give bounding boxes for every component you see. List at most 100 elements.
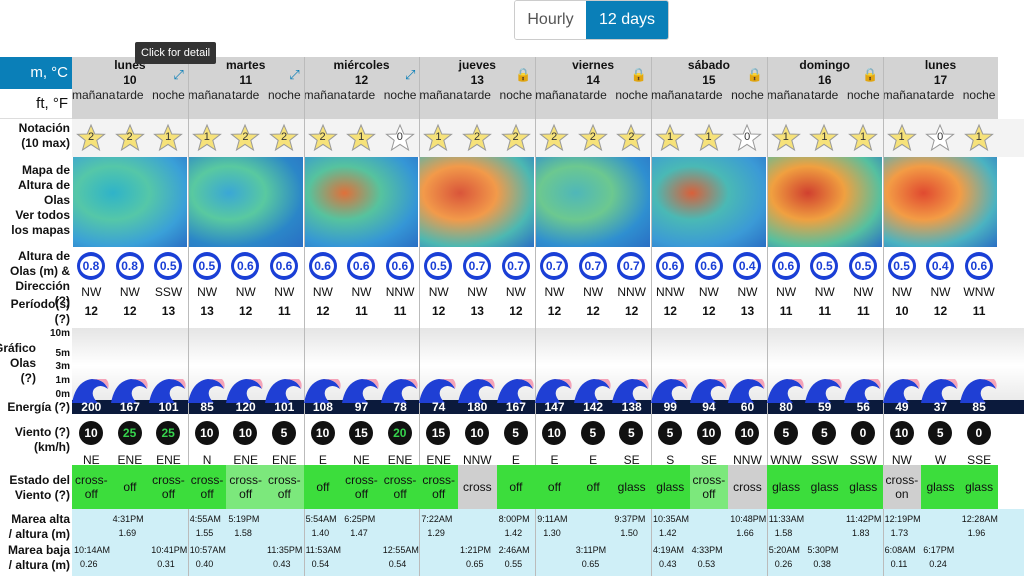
- rating-star-icon: 2: [500, 123, 531, 153]
- period-label: noche: [383, 88, 417, 102]
- period-label: mañana: [651, 88, 695, 102]
- high-tide-time: 6:25PM: [344, 514, 376, 524]
- rating-value: 2: [87, 131, 95, 143]
- wind-arrow-icon: 20: [387, 421, 412, 445]
- wave-graphic-icon: [882, 375, 921, 403]
- wave-graphic-icon: [844, 375, 882, 403]
- imperial-unit-button[interactable]: ft, °F: [0, 89, 72, 119]
- high-tide-time: 5:19PM: [228, 514, 260, 524]
- wave-height-map[interactable]: [188, 157, 303, 247]
- wind-arrow-icon: 15: [349, 421, 374, 445]
- wave-height-map[interactable]: [652, 157, 766, 247]
- wind-arrow-icon: 5: [619, 421, 644, 445]
- wave-direction: NW: [235, 285, 256, 299]
- period-label: noche: [499, 88, 533, 102]
- wave-graphic-icon: [496, 375, 535, 403]
- high-tide-time: 9:11AM: [537, 514, 568, 524]
- wave-height-map[interactable]: [883, 157, 998, 247]
- low-tide-height: 0.55: [504, 559, 523, 569]
- wave-period: 11: [277, 304, 291, 318]
- wave-height-map[interactable]: [420, 157, 535, 247]
- high-tide-height: 1.40: [311, 528, 330, 538]
- day-number: 12: [354, 73, 369, 87]
- wave-height-badge: 0.4: [926, 252, 955, 280]
- energy-value: 59: [818, 400, 832, 414]
- energy-value: 99: [663, 400, 677, 414]
- period-label: tarde: [116, 88, 144, 102]
- day-number: 17: [933, 73, 948, 87]
- expand-icon[interactable]: ⤢: [405, 67, 415, 83]
- metric-unit-button[interactable]: m, °C: [0, 57, 72, 89]
- high-tide-height: 1.73: [890, 528, 909, 538]
- wind-state: off: [496, 465, 536, 509]
- rating-value: 1: [666, 131, 674, 143]
- wave-direction: WNW: [963, 285, 995, 299]
- wind-arrow-icon: 10: [465, 421, 489, 445]
- wave-height-badge: 0.7: [501, 252, 530, 280]
- wind-speed-value: 10: [542, 421, 567, 445]
- wave-period: 12: [547, 304, 562, 318]
- wind-speed-value: 10: [233, 421, 258, 445]
- wind-speed-value: 0: [851, 421, 875, 445]
- wind-speed-value: 10: [889, 421, 914, 445]
- lock-icon[interactable]: 🔒: [515, 67, 531, 83]
- rating-star-icon: 1: [848, 123, 878, 153]
- wind-speed-value: 10: [194, 421, 219, 445]
- wave-height-map[interactable]: [73, 157, 187, 247]
- rating-value: 1: [859, 131, 867, 143]
- forecast-grid: lunes 10 ⤢ mañana tarde noche martes 11 ⤢ mañana t…: [72, 57, 1024, 576]
- graph-label: Gráfico Olas (?): [0, 341, 36, 385]
- wave-height-badge: 0.6: [385, 252, 414, 280]
- wave-direction: NW: [312, 285, 333, 299]
- high-tide-height: 1.29: [427, 528, 445, 538]
- low-tide-height: 0.26: [80, 559, 98, 569]
- lock-icon[interactable]: 🔒: [862, 67, 878, 83]
- wave-height-badge: 0.7: [463, 252, 491, 280]
- day-name: lunes: [924, 58, 957, 72]
- wave-graphic-icon: [342, 375, 380, 403]
- wind-speed-value: 5: [812, 421, 837, 445]
- rating-star-icon: 2: [577, 123, 608, 153]
- period-label: tarde: [232, 88, 260, 102]
- wind-arrow-icon: 15: [426, 421, 451, 445]
- wave-height-map[interactable]: [304, 157, 419, 247]
- wave-height-map[interactable]: [767, 157, 882, 247]
- day-name: miércoles: [333, 58, 390, 72]
- lock-icon[interactable]: 🔒: [747, 67, 763, 83]
- wind-state: cross-off: [419, 465, 458, 509]
- wave-direction: NW: [698, 285, 719, 299]
- high-tide-height: 1.42: [504, 528, 523, 538]
- low-tide-height: 0.65: [581, 559, 600, 569]
- lock-icon[interactable]: 🔒: [631, 67, 647, 83]
- wind-speed-value: 5: [503, 421, 528, 445]
- rating-value: 0: [937, 131, 944, 143]
- energy-value: 85: [200, 400, 214, 414]
- expand-icon[interactable]: ⤢: [173, 67, 183, 83]
- low-tide-time: 4:19AM: [653, 545, 685, 555]
- rating-value: 1: [435, 131, 442, 143]
- high-tide-height: 1.50: [620, 528, 638, 538]
- wave-period: 12: [123, 304, 137, 318]
- wave-period: 12: [933, 304, 948, 318]
- wave-height-badge: 0.5: [424, 252, 453, 280]
- energy-value: 49: [895, 400, 909, 414]
- energy-value: 180: [467, 400, 488, 414]
- wave-height-map[interactable]: [536, 157, 650, 247]
- expand-icon[interactable]: ⤢: [289, 67, 299, 83]
- wave-height-value: 0.5: [852, 256, 874, 276]
- rating-star-icon: 1: [770, 123, 801, 153]
- twelve-days-tab[interactable]: 12 days: [586, 1, 668, 39]
- wind-arrow-icon: 5: [658, 421, 682, 445]
- wind-state: glass: [959, 465, 999, 509]
- wind-state: cross-off: [226, 465, 265, 509]
- energy-value: 138: [621, 400, 642, 414]
- rating-star-icon: 2: [230, 123, 261, 153]
- all-maps-link[interactable]: Ver todos los mapas: [11, 208, 70, 238]
- view-toggle: Hourly 12 days: [514, 0, 669, 40]
- rating-star-icon: 2: [269, 123, 299, 153]
- wave-height-badge: 0.7: [578, 252, 607, 280]
- wave-height-value: 0.5: [890, 256, 913, 276]
- hourly-tab[interactable]: Hourly: [515, 1, 586, 39]
- wave-height-value: 0.8: [118, 256, 141, 276]
- wave-height-badge: 0.6: [231, 252, 260, 280]
